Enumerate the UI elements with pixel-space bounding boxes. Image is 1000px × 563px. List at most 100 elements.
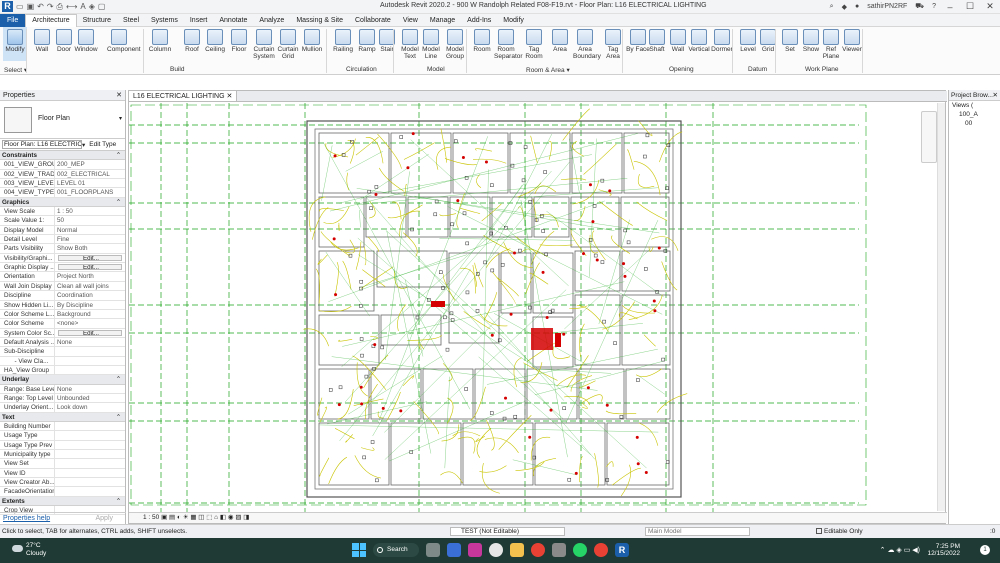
panel-label[interactable]: Circulation [346, 66, 377, 73]
tab-systems[interactable]: Systems [145, 14, 184, 27]
property-value[interactable] [55, 347, 125, 355]
property-value[interactable]: 200_MEP [55, 160, 125, 168]
instance-filter[interactable]: Floor Plan: L16 ELECTRICA [2, 140, 82, 149]
panel-label[interactable]: Build [170, 66, 184, 73]
property-value[interactable] [55, 469, 125, 477]
property-value[interactable] [55, 487, 125, 495]
design-option-selector[interactable]: Main Model [645, 527, 750, 536]
property-value[interactable] [55, 450, 125, 458]
property-value[interactable]: Background [55, 310, 125, 318]
tool-model-line[interactable]: Model Line [419, 27, 443, 60]
property-value[interactable]: 001_FLOORPLANS [55, 188, 125, 196]
property-value[interactable] [55, 431, 125, 439]
teams-icon[interactable] [447, 543, 461, 557]
property-value[interactable] [55, 478, 125, 486]
drawing-view[interactable]: L16 ELECTRICAL LIGHTING ✕ 1 : 50 ▣ ▤ ◐ ☀… [128, 90, 947, 524]
open-icon[interactable]: ▭ [16, 2, 24, 11]
property-value[interactable]: Unbounded [55, 394, 125, 402]
collapse-icon[interactable]: ⌃ [116, 375, 121, 384]
tool-room-separator[interactable]: Room Separator [494, 27, 523, 60]
property-value[interactable] [55, 366, 125, 374]
undo-icon[interactable]: ↶ [37, 2, 44, 11]
panel-label[interactable]: Room & Area ▾ [526, 66, 570, 74]
tool-wall[interactable]: Wall [30, 27, 54, 53]
measure-icon[interactable]: ⟷ [66, 2, 77, 11]
tab-massing-site[interactable]: Massing & Site [290, 14, 349, 27]
clock-icon[interactable] [489, 543, 503, 557]
revit-logo-icon[interactable]: R [2, 1, 13, 12]
tool-room[interactable]: Room [470, 27, 494, 53]
tool-viewer[interactable]: Viewer [840, 27, 864, 53]
panel-label[interactable]: Opening [669, 66, 694, 73]
section-graphics[interactable]: Graphics ⌃ [0, 197, 125, 208]
property-value[interactable]: 1 : 50 [55, 207, 125, 215]
tab-view[interactable]: View [397, 14, 424, 27]
tool-railing[interactable]: Railing [331, 27, 355, 53]
property-value[interactable] [55, 357, 125, 365]
clock[interactable]: 7:25 PM 12/15/2022 [927, 543, 960, 557]
property-value[interactable]: Fine [55, 235, 125, 243]
tool-curtain-system[interactable]: Curtain System [252, 27, 276, 60]
print-icon[interactable]: ⎙ [57, 2, 63, 12]
property-value[interactable]: <none> [55, 319, 125, 327]
close-icon[interactable]: ✕ [227, 93, 233, 100]
workset-selector[interactable]: TEST (Not Editable) [450, 527, 565, 536]
collapse-icon[interactable]: ⌃ [116, 413, 121, 422]
minimize-button[interactable]: – [944, 2, 956, 12]
tool-tag-room[interactable]: Tag Room [522, 27, 546, 60]
tool-mullion[interactable]: Mullion [300, 27, 324, 53]
maximize-button[interactable]: ☐ [964, 1, 976, 12]
tool-floor[interactable]: Floor [227, 27, 251, 53]
paint-icon[interactable] [468, 543, 482, 557]
search-icon[interactable]: ⌕ [830, 3, 834, 11]
collapse-icon[interactable]: ⌃ [116, 198, 121, 207]
task-view-icon[interactable] [426, 543, 440, 557]
system-tray[interactable]: ⌃ ☁ ◈ ▭ ◀) [880, 546, 920, 554]
navigation-bar[interactable] [921, 111, 937, 163]
tab-steel[interactable]: Steel [117, 14, 145, 27]
tool-area-boundary[interactable]: Area Boundary [573, 27, 601, 60]
user-icon[interactable]: ● [855, 3, 859, 10]
view-scale[interactable]: 1 : 50 [143, 514, 159, 521]
property-value[interactable]: By Discipline [55, 301, 125, 309]
3d-view-icon[interactable]: ◈ [89, 2, 95, 11]
property-value[interactable]: 50 [55, 216, 125, 224]
panel-label[interactable]: Datum [748, 66, 767, 73]
chrome-profile-icon[interactable] [594, 543, 608, 557]
panel-label[interactable]: Model [427, 66, 445, 73]
tab-structure[interactable]: Structure [77, 14, 117, 27]
tool-stair[interactable]: Stair [375, 27, 399, 53]
property-value[interactable]: Edit... [58, 264, 122, 271]
property-value[interactable]: LEVEL 01 [55, 179, 125, 187]
property-value[interactable] [55, 459, 125, 467]
tab-modify[interactable]: Modify [497, 14, 530, 27]
close-icon[interactable]: ✕ [116, 90, 122, 101]
close-hidden-icon[interactable]: ▢ [98, 2, 106, 11]
tool-component[interactable]: Component [107, 27, 141, 53]
tool-area[interactable]: Area [548, 27, 572, 53]
tab-annotate[interactable]: Annotate [213, 14, 253, 27]
windows-start-icon[interactable] [352, 543, 366, 557]
tool-roof[interactable]: Roof [180, 27, 204, 53]
tool-modify[interactable]: Modify [3, 27, 27, 61]
tool-ceiling[interactable]: Ceiling [203, 27, 227, 53]
settings-icon[interactable] [552, 543, 566, 557]
property-value[interactable]: Show Both [55, 244, 125, 252]
tool-vertical[interactable]: Vertical [687, 27, 711, 53]
tool-column[interactable]: Column [148, 27, 172, 53]
chevron-down-icon[interactable]: ▾ [82, 141, 85, 149]
property-value[interactable] [55, 422, 125, 430]
apply-button[interactable]: Apply [95, 515, 123, 522]
redo-icon[interactable]: ↷ [47, 2, 54, 11]
property-value[interactable]: Edit... [58, 254, 122, 262]
save-icon[interactable]: ▣ [27, 2, 35, 11]
collapse-icon[interactable]: ⌃ [116, 497, 121, 506]
property-value[interactable]: None [55, 385, 125, 393]
user-name[interactable]: sathirPN2RF [867, 3, 907, 10]
section-text[interactable]: Text ⌃ [0, 412, 125, 422]
close-button[interactable]: ✕ [984, 1, 996, 12]
tab-add-ins[interactable]: Add-Ins [461, 14, 497, 27]
taskbar-search[interactable]: Search [373, 543, 419, 557]
tab-insert[interactable]: Insert [184, 14, 214, 27]
whatsapp-icon[interactable] [573, 543, 587, 557]
